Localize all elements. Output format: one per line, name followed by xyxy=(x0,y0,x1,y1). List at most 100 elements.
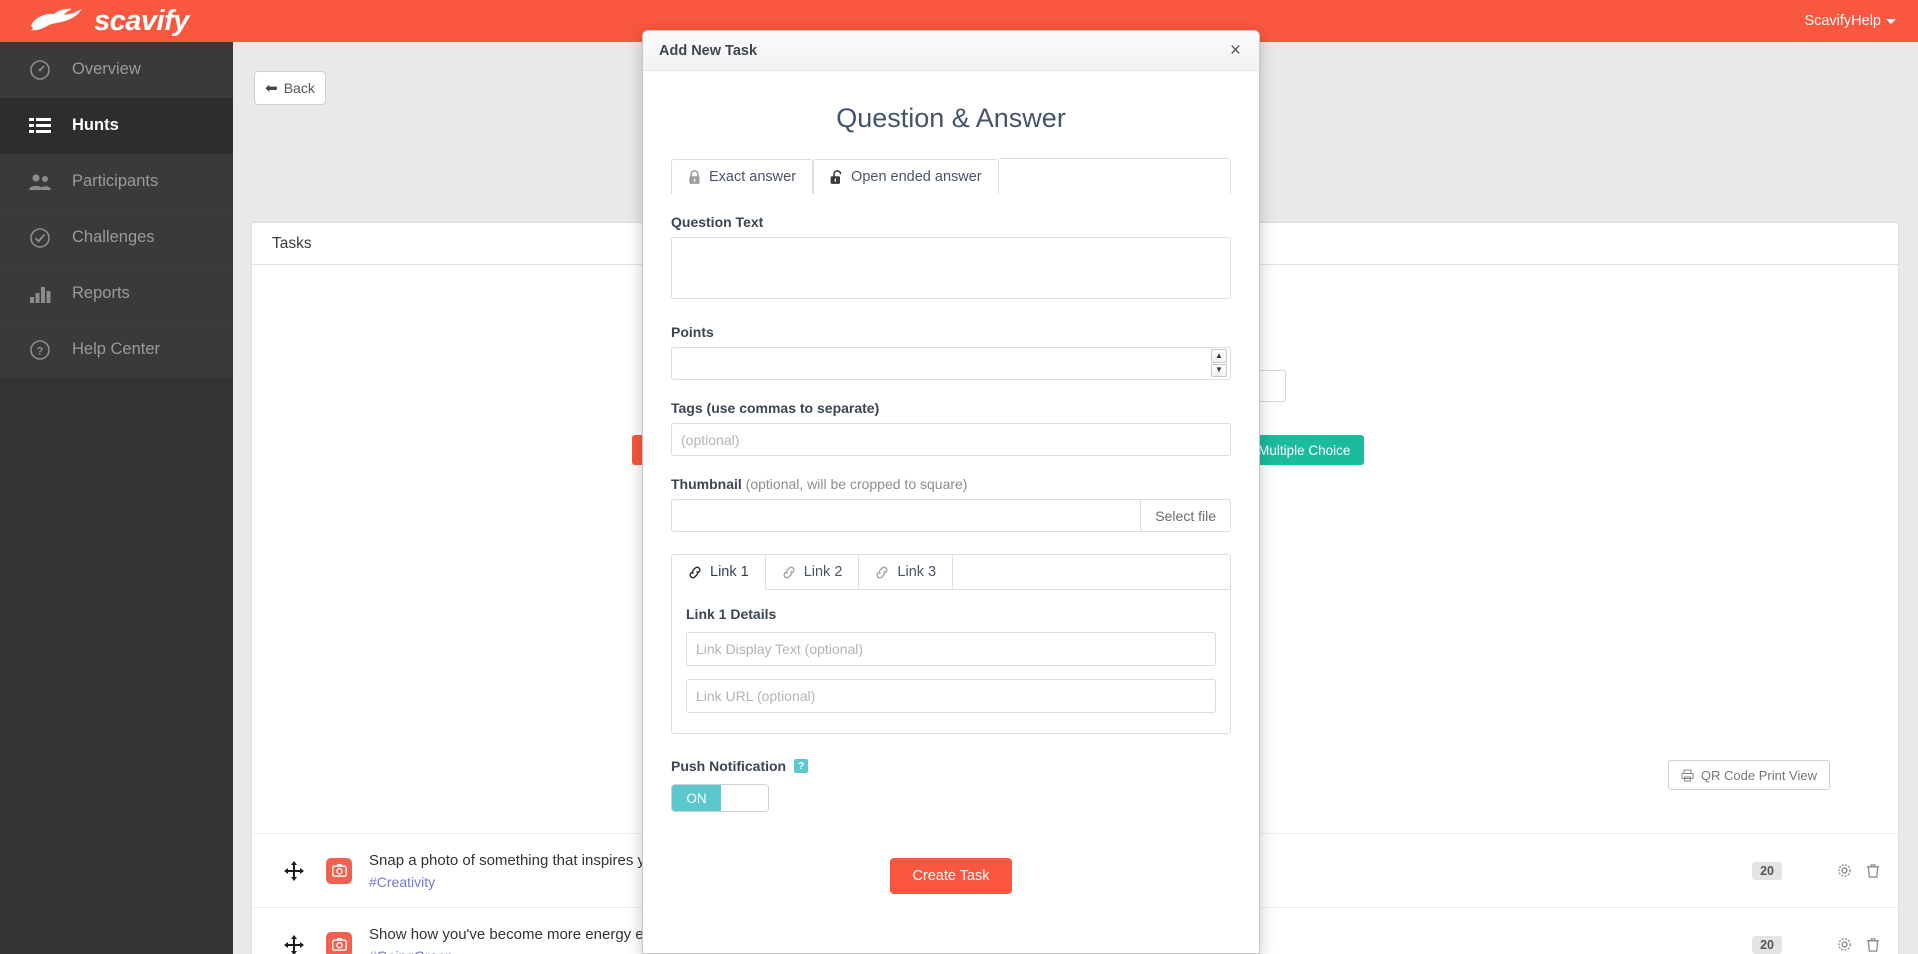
drag-handle-icon[interactable] xyxy=(276,934,312,954)
sidebar-item-label: Reports xyxy=(72,284,130,302)
link-details-title: Link 1 Details xyxy=(686,606,777,622)
task-text-block: Show how you've become more energy e #Go… xyxy=(369,925,644,954)
thumbnail-label-text: Thumbnail xyxy=(671,476,742,492)
thumbnail-label: Thumbnail (optional, will be cropped to … xyxy=(671,476,1231,492)
list-icon xyxy=(24,117,56,135)
close-icon[interactable]: × xyxy=(1228,41,1243,60)
svg-text:?: ? xyxy=(37,345,44,357)
sidebar-item-label: Overview xyxy=(72,60,141,78)
sidebar-item-reports[interactable]: Reports xyxy=(0,266,233,322)
trash-icon[interactable] xyxy=(1866,863,1880,878)
task-row-actions xyxy=(1837,937,1880,952)
bar-chart-icon xyxy=(24,284,56,304)
sidebar-item-participants[interactable]: Participants xyxy=(0,154,233,210)
tabs-filler xyxy=(998,158,1231,194)
tab-exact-answer-label: Exact answer xyxy=(709,169,797,185)
lock-open-icon xyxy=(830,169,842,184)
add-multiple-choice-label: Multiple Choice xyxy=(1258,442,1351,458)
gauge-icon xyxy=(24,59,56,81)
cheetah-logo-icon xyxy=(31,8,82,31)
tab-open-ended-answer-label: Open ended answer xyxy=(851,169,982,185)
points-field-wrapper: ▲ ▼ xyxy=(671,347,1231,380)
modal-body: Question & Answer Exact answer Open ende… xyxy=(643,71,1259,953)
page-title: Tasks xyxy=(272,234,312,252)
modal-header: Add New Task × xyxy=(643,31,1259,71)
create-task-button-wrapper: Create Task xyxy=(671,858,1231,894)
brand-name: scavify xyxy=(94,4,189,37)
qr-code-print-view-button[interactable]: QR Code Print View xyxy=(1667,760,1830,790)
push-notification-toggle[interactable]: ON xyxy=(671,784,769,812)
sidebar: Overview Hunts Participants Challenges R… xyxy=(0,42,233,954)
points-label: Points xyxy=(671,324,714,340)
tab-link-3[interactable]: Link 3 xyxy=(859,555,954,589)
link-icon xyxy=(689,566,701,578)
select-file-button[interactable]: Select file xyxy=(1140,499,1231,532)
link-display-text-input[interactable] xyxy=(686,632,1216,666)
sidebar-item-label: Hunts xyxy=(72,116,119,134)
add-new-task-modal: Add New Task × Question & Answer Exact a… xyxy=(642,30,1260,954)
task-row-actions xyxy=(1837,863,1880,878)
tab-link-1-label: Link 1 xyxy=(710,564,749,580)
back-button[interactable]: ⬅ Back xyxy=(254,71,326,105)
gear-icon[interactable] xyxy=(1837,937,1852,952)
user-menu[interactable]: ScavifyHelp xyxy=(1804,13,1896,29)
stepper-up-icon[interactable]: ▲ xyxy=(1211,349,1227,363)
link-tabs: Link 1 Link 2 Link 3 xyxy=(672,555,1230,590)
modal-title: Add New Task xyxy=(659,42,758,59)
link-details-body: Link 1 Details xyxy=(672,590,1230,733)
task-title: Show how you've become more energy e xyxy=(369,926,644,944)
user-menu-label: ScavifyHelp xyxy=(1804,13,1881,29)
tags-input[interactable] xyxy=(671,423,1231,456)
sidebar-item-challenges[interactable]: Challenges xyxy=(0,210,233,266)
push-notification-toggle-knob xyxy=(721,785,768,811)
modal-heading: Question & Answer xyxy=(836,103,1066,133)
task-text-block: Snap a photo of something that inspires … xyxy=(369,851,645,890)
arrow-left-icon: ⬅ xyxy=(265,79,278,97)
link-icon xyxy=(783,566,795,578)
sidebar-item-label: Challenges xyxy=(72,228,155,246)
task-tags: #Creativity xyxy=(369,873,436,890)
drag-handle-icon[interactable] xyxy=(276,860,312,881)
push-notification-label: Push Notification ? xyxy=(671,758,1231,774)
sidebar-item-help-center[interactable]: ? Help Center xyxy=(0,322,233,378)
sidebar-item-hunts[interactable]: Hunts xyxy=(0,98,233,154)
thumbnail-label-hint: (optional, will be cropped to square) xyxy=(745,476,968,492)
create-task-button[interactable]: Create Task xyxy=(890,858,1012,894)
users-icon xyxy=(24,173,56,191)
link-tabs-filler xyxy=(953,555,1230,589)
chevron-down-icon xyxy=(1886,18,1896,24)
answer-type-tabs: Exact answer Open ended answer xyxy=(671,158,1231,194)
help-icon[interactable]: ? xyxy=(794,759,809,773)
back-button-label: Back xyxy=(283,80,315,96)
tab-link-1[interactable]: Link 1 xyxy=(672,555,766,590)
stepper-down-icon[interactable]: ▼ xyxy=(1211,363,1227,377)
gear-icon[interactable] xyxy=(1837,863,1852,878)
points-input[interactable] xyxy=(671,347,1231,380)
link-url-input[interactable] xyxy=(686,679,1216,713)
question-text-label: Question Text xyxy=(671,214,764,230)
trash-icon[interactable] xyxy=(1866,937,1880,952)
tab-link-3-label: Link 3 xyxy=(897,564,937,580)
tab-exact-answer[interactable]: Exact answer xyxy=(671,159,814,194)
tags-label: Tags (use commas to separate) xyxy=(671,400,880,416)
task-title: Snap a photo of something that inspires … xyxy=(369,852,646,870)
task-points-badge: 20 xyxy=(1752,861,1782,880)
tab-link-2-label: Link 2 xyxy=(803,564,843,580)
question-text-input[interactable] xyxy=(671,237,1231,299)
camera-icon xyxy=(326,857,352,884)
question-circle-icon: ? xyxy=(24,339,56,361)
brand-logo-area[interactable]: scavify xyxy=(28,6,189,36)
push-notification-toggle-state: ON xyxy=(672,785,721,811)
task-points-badge: 20 xyxy=(1752,935,1782,954)
camera-icon xyxy=(326,931,352,954)
sidebar-item-label: Participants xyxy=(72,172,159,190)
quantity-stepper[interactable]: ▲ ▼ xyxy=(1211,349,1227,377)
qr-code-print-view-label: QR Code Print View xyxy=(1700,767,1817,783)
tab-open-ended-answer[interactable]: Open ended answer xyxy=(813,159,999,194)
printer-icon xyxy=(1681,769,1694,781)
sidebar-item-overview[interactable]: Overview xyxy=(0,42,233,98)
link-panel: Link 1 Link 2 Link 3 Link 1 Details Link… xyxy=(671,554,1231,734)
tab-link-2[interactable]: Link 2 xyxy=(765,555,860,589)
thumbnail-input[interactable] xyxy=(671,499,1141,532)
task-tags: #GoingGreen xyxy=(369,948,644,954)
